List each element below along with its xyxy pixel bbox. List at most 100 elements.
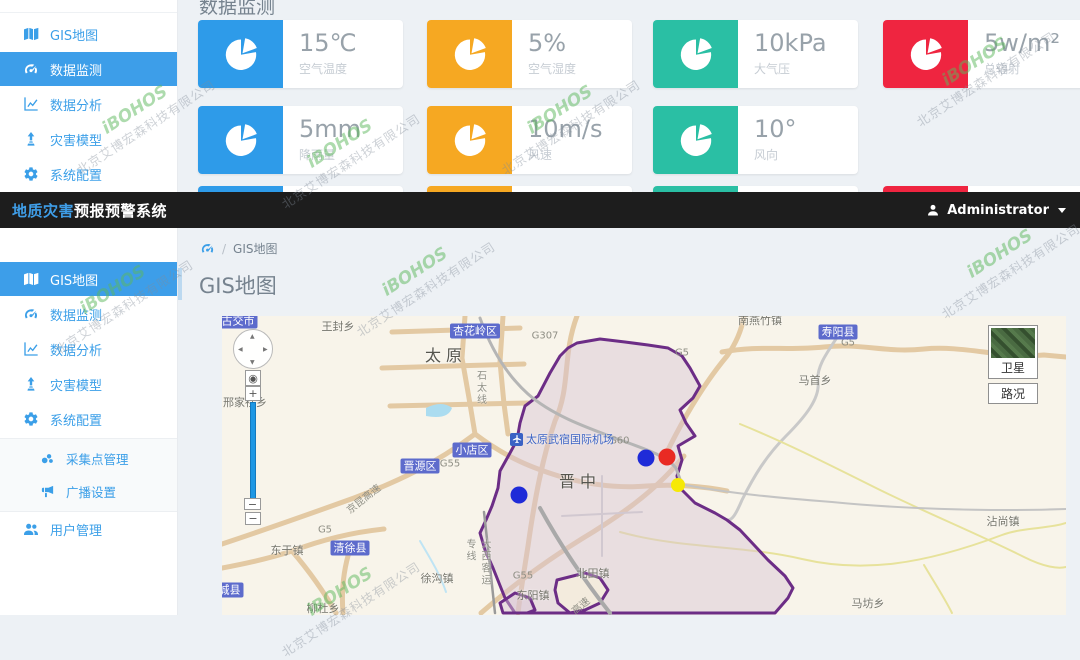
breadcrumb-separator: / [222,242,226,256]
map-label-text: 王封乡 [322,318,355,334]
pan-right-icon: ▶ [263,346,268,353]
metric-label: 空气温度 [299,60,357,77]
metric-card-body: 10m/s风速 [512,106,603,174]
metric-card: 5w/m²总辐射 [883,20,1080,88]
map-label-text: 徐沟镇 [421,570,454,586]
sidebar-submenu: 采集点管理广播设置 [0,438,177,512]
sidebar-item-model[interactable]: 灾害模型 [0,122,177,156]
zoom-out-button[interactable]: − [245,512,261,525]
layer-switcher: 卫星 路况 [988,325,1038,404]
pie-chart-icon [222,35,260,73]
map-icon [23,26,39,42]
sidebar-item-label: GIS地图 [50,25,98,44]
nodes-icon [40,451,55,466]
map-label-text: 柳杜乡 [307,600,340,615]
metric-card-color-block [427,20,512,88]
map-label-badge: 杏花岭区 [450,324,500,339]
sidebar-item-gear[interactable]: 系统配置 [0,157,177,191]
metric-label: 降雨量 [299,146,361,163]
map-label-badge: 清徐县 [331,541,370,556]
metric-card-color-block [653,20,738,88]
sidebar-item-map[interactable]: GIS地图 [0,262,177,296]
title-accent-bar [178,268,182,300]
zoom-slider[interactable] [250,402,256,500]
metric-value: 15℃ [299,29,357,57]
map-locate-button[interactable]: ◉ [245,370,261,386]
map-marker[interactable] [671,478,685,492]
metric-label: 大气压 [754,60,827,77]
sidebar-item-label: 用户管理 [50,520,102,539]
sidebar-item-megaphone[interactable]: 广播设置 [0,475,177,507]
sidebar-item-chart[interactable]: 数据分析 [0,332,177,366]
sidebar-item-label: 数据分析 [50,95,102,114]
map-canvas[interactable]: 古交市杏花岭区寿阳县小店区晋源区清徐县交城县王封乡邢家社乡南燕竹镇马首乡东于镇徐… [222,316,1066,615]
metric-card: 10°风向 [653,106,858,174]
map-marker[interactable] [638,450,655,467]
map-marker[interactable] [659,449,676,466]
model-icon [23,131,39,147]
metric-label: 总辐射 [984,60,1060,77]
map-label-vtext: 大西客运专线 [462,539,492,590]
map-marker[interactable] [511,487,528,504]
map-label-text: 马坊乡 [852,595,885,611]
map-label-big: 太原 [425,342,467,366]
app-header: 地质灾害预报预警系统 Administrator [0,192,1080,228]
traffic-layer-button[interactable]: 路况 [988,383,1038,404]
sidebar-item-model[interactable]: 灾害模型 [0,367,177,401]
metric-card: 5%空气湿度 [427,20,632,88]
sidebar-item-label: 灾害模型 [50,375,102,394]
user-menu[interactable]: Administrator [926,203,1066,218]
sidebar-item-chart[interactable]: 数据分析 [0,87,177,121]
sidebar-item-gear[interactable]: 系统配置 [0,402,177,436]
airport-label: 太原武宿国际机场 [510,431,614,447]
zoom-slider-handle[interactable]: − [244,498,261,510]
map-icon [23,271,39,287]
sidebar-item-gauge[interactable]: 数据监测 [0,52,177,86]
section-title: 数据监测 [199,0,275,19]
pie-chart-icon [451,121,489,159]
pan-left-icon: ◀ [238,346,243,353]
map-pan-control[interactable]: ▲ ▼ ◀ ▶ [233,329,273,369]
satellite-layer-button[interactable]: 卫星 [988,325,1038,379]
map-label-text: 马首乡 [799,372,832,388]
chart-icon [23,96,39,112]
metric-card: 10kPa大气压 [653,20,858,88]
pie-chart-icon [677,121,715,159]
sidebar-item-map[interactable]: GIS地图 [0,17,177,51]
pie-chart-icon [451,35,489,73]
map-label-badge: 古交市 [222,316,258,329]
metric-value: 5mm [299,115,361,143]
metric-card-color-block [198,20,283,88]
metric-label: 空气湿度 [528,60,576,77]
dashboard-icon [200,241,215,256]
sidebar-item-users[interactable]: 用户管理 [0,512,177,546]
pie-chart-icon [222,121,260,159]
top-section: 数据监测 15℃ 空气温度 5%空气湿度 10kPa大气压 5w/m²总辐射 5mm 降雨量… [0,0,1080,192]
user-icon [926,203,940,217]
map-label-text: 东于镇 [271,542,304,558]
users-icon [23,521,39,537]
gear-icon [23,411,39,427]
sidebar-item-label: 数据分析 [50,340,102,359]
sidebar-item-nodes[interactable]: 采集点管理 [0,442,177,474]
metric-card: 5mm 降雨量 [198,106,403,174]
megaphone-icon [40,484,55,499]
sidebar-item-label: 数据监测 [50,60,102,79]
map-label-big: 晋中 [559,468,601,492]
sidebar-item-label: 系统配置 [50,410,102,429]
metric-card-body: 10kPa大气压 [738,20,827,88]
breadcrumb-current: GIS地图 [233,240,277,257]
satellite-label: 卫星 [991,358,1035,376]
breadcrumb[interactable]: / GIS地图 [200,240,278,257]
sidebar-item-gauge[interactable]: 数据监测 [0,297,177,331]
metric-card-color-block [198,106,283,174]
zoom-in-button[interactable]: + [245,386,261,401]
metric-card-color-block [883,20,968,88]
map-label-road: G55 [513,571,533,582]
metric-label: 风向 [754,146,797,163]
map-label-road: G55 [440,459,460,470]
map-label-badge: 晋源区 [401,459,440,474]
map-label-road: G307 [532,331,559,342]
chart-icon [23,341,39,357]
metric-card: 10m/s风速 [427,106,632,174]
